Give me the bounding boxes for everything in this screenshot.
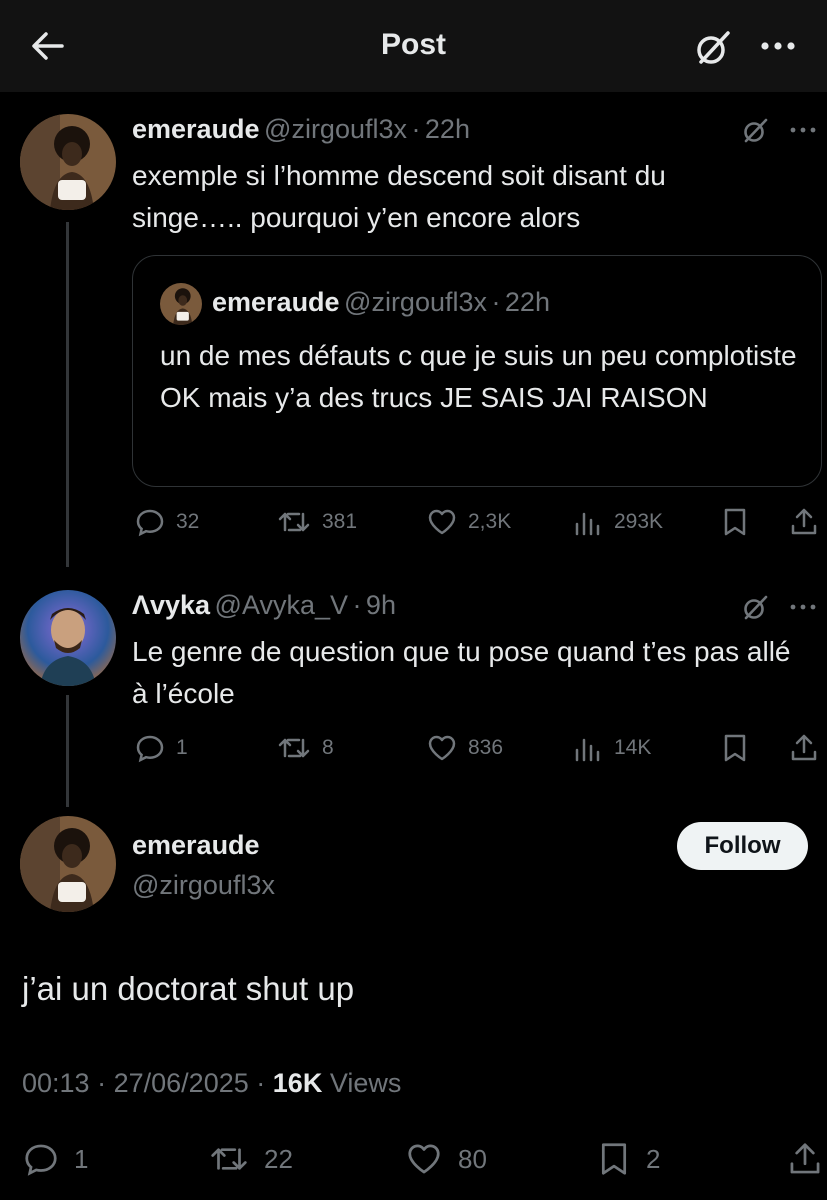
tweet-text: exemple si l’homme descend soit disant d… bbox=[132, 160, 666, 233]
author-handle[interactable]: @zirgoufl3x bbox=[264, 114, 407, 144]
avatar bbox=[160, 283, 202, 325]
reply-icon bbox=[136, 735, 164, 763]
bookmark-icon[interactable] bbox=[720, 506, 750, 543]
grok-icon[interactable] bbox=[692, 27, 734, 69]
separator: · bbox=[411, 114, 421, 144]
view-count: 293K bbox=[614, 510, 664, 533]
grok-icon[interactable] bbox=[740, 116, 770, 146]
tweet-time: 22h bbox=[504, 287, 550, 317]
share-icon[interactable] bbox=[788, 506, 820, 543]
thread-line bbox=[66, 695, 69, 807]
quote-header: emeraude @zirgoufl3x · 22h bbox=[212, 287, 550, 318]
heart-icon bbox=[428, 735, 456, 761]
views-button[interactable]: 14K bbox=[572, 732, 651, 764]
repost-button[interactable]: 8 bbox=[276, 732, 334, 764]
post-time: 00:13 bbox=[22, 1068, 90, 1098]
repost-button[interactable]: 22 bbox=[208, 1140, 293, 1178]
author-name[interactable]: emeraude bbox=[132, 114, 260, 144]
post-date: 27/06/2025 bbox=[113, 1068, 249, 1098]
author-name[interactable]: emeraude bbox=[132, 830, 260, 861]
separator: · bbox=[97, 1068, 107, 1098]
author-name[interactable]: Λvyka bbox=[132, 590, 210, 620]
like-count: 80 bbox=[458, 1143, 487, 1174]
author-handle[interactable]: @Avyka_V bbox=[215, 590, 348, 620]
reply-count: 1 bbox=[74, 1143, 89, 1174]
like-button[interactable]: 80 bbox=[404, 1140, 487, 1178]
bookmark-count: 2 bbox=[646, 1143, 661, 1174]
view-count: 14K bbox=[614, 736, 652, 759]
share-icon[interactable] bbox=[786, 1140, 824, 1183]
post-text: j’ai un doctorat shut up bbox=[22, 970, 355, 1007]
more-icon[interactable] bbox=[787, 595, 819, 624]
like-count: 836 bbox=[468, 736, 504, 759]
grok-icon[interactable] bbox=[740, 593, 770, 623]
reply-button[interactable]: 1 bbox=[22, 1140, 88, 1178]
reply-button[interactable]: 1 bbox=[134, 732, 188, 764]
tweet-header: emeraude @zirgoufl3x · 22h bbox=[132, 114, 470, 145]
separator: · bbox=[256, 1068, 266, 1098]
views-count[interactable]: 16K bbox=[273, 1068, 323, 1098]
analytics-icon bbox=[575, 512, 600, 536]
more-icon[interactable] bbox=[755, 30, 801, 62]
like-button[interactable]: 836 bbox=[426, 732, 503, 764]
tweet-text: Le genre de question que tu pose quand t… bbox=[132, 636, 791, 709]
author-handle: @zirgoufl3x bbox=[344, 287, 487, 317]
post-timestamp: 00:13 · 27/06/2025 · 16K Views bbox=[22, 1068, 401, 1099]
bookmark-icon bbox=[601, 1143, 627, 1175]
views-button[interactable]: 293K bbox=[572, 506, 663, 538]
reply-count: 32 bbox=[176, 510, 200, 533]
views-label: Views bbox=[329, 1068, 402, 1098]
like-button[interactable]: 2,3K bbox=[426, 506, 511, 538]
reply-count: 1 bbox=[176, 736, 188, 759]
repost-icon bbox=[211, 1148, 247, 1170]
tweet-header: Λvyka @Avyka_V · 9h bbox=[132, 590, 396, 621]
heart-icon bbox=[408, 1144, 440, 1174]
separator: · bbox=[352, 590, 362, 620]
repost-button[interactable]: 381 bbox=[276, 506, 357, 538]
repost-icon bbox=[278, 512, 310, 532]
repost-icon bbox=[278, 738, 310, 758]
reply-icon bbox=[25, 1144, 57, 1176]
share-icon[interactable] bbox=[788, 732, 820, 769]
author-name: emeraude bbox=[212, 287, 340, 317]
analytics-icon bbox=[575, 738, 600, 762]
repost-count: 22 bbox=[264, 1143, 293, 1174]
author-handle[interactable]: @zirgoufl3x bbox=[132, 870, 275, 901]
like-count: 2,3K bbox=[468, 510, 512, 533]
thread-line bbox=[66, 222, 69, 567]
reply-icon bbox=[136, 509, 164, 537]
avatar[interactable] bbox=[20, 816, 116, 912]
heart-icon bbox=[428, 509, 456, 535]
quote-text: un de mes défauts c que je suis un peu c… bbox=[160, 340, 797, 413]
repost-count: 8 bbox=[322, 736, 334, 759]
tweet-time[interactable]: 9h bbox=[366, 590, 396, 620]
separator: · bbox=[491, 287, 501, 317]
bookmark-icon[interactable] bbox=[720, 732, 750, 769]
bookmark-button[interactable]: 2 bbox=[596, 1140, 660, 1178]
avatar[interactable] bbox=[20, 590, 116, 686]
reply-button[interactable]: 32 bbox=[134, 506, 199, 538]
tweet-time[interactable]: 22h bbox=[425, 114, 470, 144]
avatar[interactable] bbox=[20, 114, 116, 210]
more-icon[interactable] bbox=[787, 118, 819, 147]
follow-button[interactable]: Follow bbox=[677, 822, 808, 870]
repost-count: 381 bbox=[322, 510, 358, 533]
